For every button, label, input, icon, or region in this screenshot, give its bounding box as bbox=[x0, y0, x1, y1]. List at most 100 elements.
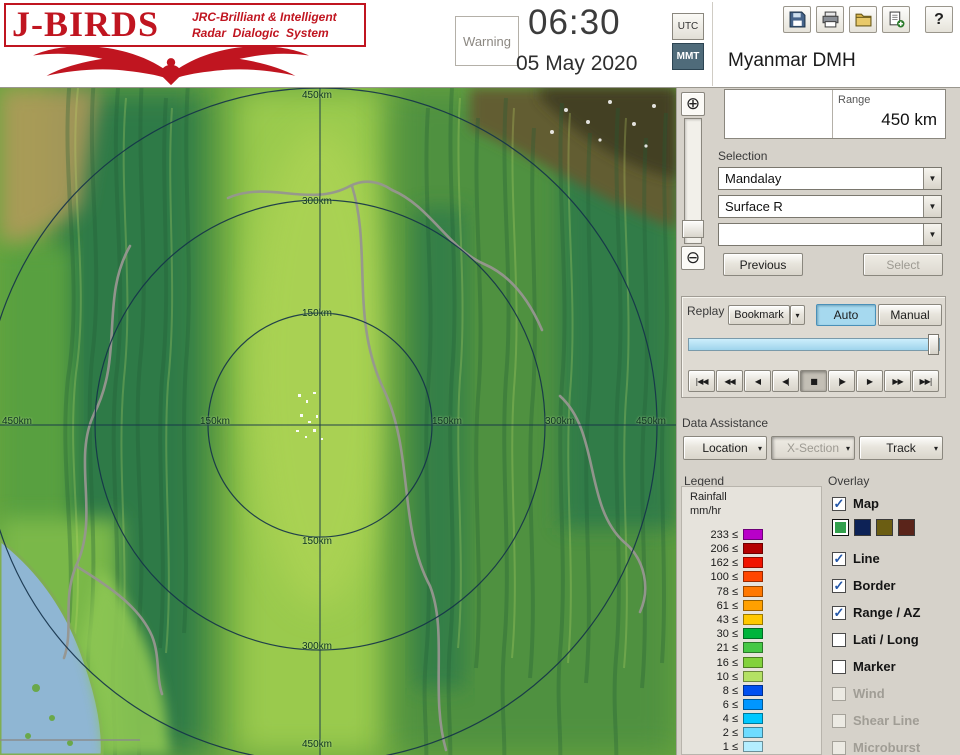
save-button[interactable] bbox=[783, 6, 811, 33]
replay-label: Replay bbox=[687, 304, 725, 318]
range-label: 150km bbox=[302, 308, 333, 319]
data-assistance-label: Data Assistance bbox=[682, 416, 769, 430]
legend-value: 30 ≤ bbox=[716, 627, 738, 640]
track-button[interactable]: Track ▾ bbox=[859, 436, 943, 460]
legend-row: 61 ≤ bbox=[691, 599, 763, 612]
legend-value: 21 ≤ bbox=[716, 641, 738, 654]
overlay-item-label: Border bbox=[853, 578, 896, 593]
checkbox[interactable] bbox=[832, 659, 846, 674]
checkbox[interactable] bbox=[832, 632, 846, 647]
radar-map-viewport[interactable]: 450km 300km 150km 150km 300km 450km 450k… bbox=[0, 88, 676, 755]
map-style-green[interactable] bbox=[832, 519, 849, 536]
warning-label: Warning bbox=[463, 33, 511, 49]
legend-row: 206 ≤ bbox=[691, 542, 763, 555]
xsection-button[interactable]: X-Section ▾ bbox=[771, 436, 855, 460]
overlay-item-lati-long[interactable]: Lati / Long bbox=[832, 632, 919, 647]
replay-timeline-track[interactable] bbox=[688, 338, 940, 351]
range-label: 150km bbox=[302, 536, 333, 547]
zoom-out-button[interactable]: ⊖ bbox=[681, 246, 705, 270]
utc-button[interactable]: UTC bbox=[672, 13, 704, 40]
help-button[interactable]: ? bbox=[925, 6, 953, 33]
overlay-item-wind[interactable]: Wind bbox=[832, 686, 885, 701]
product-dropdown[interactable]: Surface R ▼ bbox=[718, 195, 942, 218]
map-style-olive[interactable] bbox=[876, 519, 893, 536]
overlay-item-range-az[interactable]: ✓ Range / AZ bbox=[832, 605, 920, 620]
playback-controls: |◀◀ ◀◀ ◀ ◀| ■ |▶ ▶ ▶▶ ▶▶| bbox=[688, 370, 940, 392]
checkbox[interactable]: ✓ bbox=[832, 578, 846, 593]
checkbox[interactable]: ✓ bbox=[832, 551, 846, 566]
legend-swatch bbox=[743, 529, 763, 540]
previous-button[interactable]: Previous bbox=[723, 253, 803, 276]
map-style-maroon[interactable] bbox=[898, 519, 915, 536]
legend-value: 162 ≤ bbox=[710, 556, 738, 569]
tagline-line2: Radar Dialogic System bbox=[192, 26, 329, 40]
map-style-swatches bbox=[832, 519, 920, 536]
overlay-item-marker[interactable]: Marker bbox=[832, 659, 896, 674]
legend-value: 4 ≤ bbox=[722, 712, 738, 725]
mmt-button[interactable]: MMT bbox=[672, 43, 704, 70]
map-style-navy[interactable] bbox=[854, 519, 871, 536]
overlay-item-line[interactable]: ✓ Line bbox=[832, 551, 880, 566]
bookmark-dropdown-arrow[interactable]: ▾ bbox=[790, 305, 805, 325]
play-reverse-button[interactable]: ◀ bbox=[744, 370, 771, 392]
legend-value: 10 ≤ bbox=[716, 670, 738, 683]
location-button[interactable]: Location ▾ bbox=[683, 436, 767, 460]
step-forward-button[interactable]: |▶ bbox=[828, 370, 855, 392]
legend-swatch bbox=[743, 671, 763, 682]
overlay-item-label: Range / AZ bbox=[853, 605, 921, 620]
legend-unit-line2: mm/hr bbox=[690, 505, 722, 517]
fast-rewind-button[interactable]: ◀◀ bbox=[716, 370, 743, 392]
print-button[interactable] bbox=[816, 6, 844, 33]
overlay-item-label: Wind bbox=[853, 686, 885, 701]
site-dropdown[interactable]: Mandalay ▼ bbox=[718, 167, 942, 190]
zoom-slider-thumb[interactable] bbox=[682, 220, 704, 238]
warning-indicator[interactable]: Warning bbox=[455, 16, 519, 66]
overlay-item-label: Marker bbox=[853, 659, 896, 674]
legend-row: 16 ≤ bbox=[691, 656, 763, 669]
auto-mode-button[interactable]: Auto bbox=[816, 304, 876, 326]
jump-start-button[interactable]: |◀◀ bbox=[688, 370, 715, 392]
checkbox[interactable]: ✓ bbox=[832, 496, 846, 511]
manual-mode-button[interactable]: Manual bbox=[878, 304, 942, 326]
checkbox[interactable] bbox=[832, 686, 846, 701]
export-button[interactable] bbox=[882, 6, 910, 33]
legend-row: 43 ≤ bbox=[691, 613, 763, 626]
overlay-item-label: Shear Line bbox=[853, 713, 920, 728]
legend-value: 61 ≤ bbox=[716, 599, 738, 612]
track-button-label: Track bbox=[886, 441, 916, 455]
zoom-in-button[interactable]: ⊕ bbox=[681, 92, 705, 116]
overlay-item-map[interactable]: ✓ Map bbox=[832, 496, 879, 511]
bookmark-button[interactable]: Bookmark bbox=[728, 305, 790, 325]
checkbox[interactable] bbox=[832, 713, 846, 728]
chevron-down-icon[interactable]: ▼ bbox=[923, 224, 941, 245]
legend-value: 1 ≤ bbox=[722, 740, 738, 753]
clock-date: 05 May 2020 bbox=[516, 52, 638, 75]
header-divider bbox=[712, 2, 713, 86]
open-folder-button[interactable] bbox=[849, 6, 877, 33]
legend-swatch bbox=[743, 741, 763, 752]
replay-timeline-thumb[interactable] bbox=[928, 334, 939, 355]
overlay-item-label: Lati / Long bbox=[853, 632, 919, 647]
overlay-item-border[interactable]: ✓ Border bbox=[832, 578, 896, 593]
elevation-dropdown[interactable]: ▼ bbox=[718, 223, 942, 246]
fast-forward-button[interactable]: ▶▶ bbox=[884, 370, 911, 392]
legend-swatch bbox=[743, 657, 763, 668]
overlay-item-label: Line bbox=[853, 551, 880, 566]
site-dropdown-value: Mandalay bbox=[725, 171, 782, 186]
range-value: 450 km bbox=[881, 110, 937, 129]
chevron-down-icon: ▾ bbox=[933, 443, 938, 453]
legend-swatch bbox=[743, 586, 763, 597]
select-button[interactable]: Select bbox=[863, 253, 943, 276]
chevron-down-icon[interactable]: ▼ bbox=[923, 168, 941, 189]
checkbox[interactable]: ✓ bbox=[832, 605, 846, 620]
overlay-item-label: Microburst bbox=[853, 740, 921, 755]
step-back-button[interactable]: ◀| bbox=[772, 370, 799, 392]
checkbox[interactable] bbox=[832, 740, 846, 755]
stop-button[interactable]: ■ bbox=[800, 370, 827, 392]
zoom-out-icon: ⊖ bbox=[685, 248, 701, 267]
jump-end-button[interactable]: ▶▶| bbox=[912, 370, 939, 392]
overlay-item-shear-line[interactable]: Shear Line bbox=[832, 713, 919, 728]
overlay-item-microburst[interactable]: Microburst bbox=[832, 740, 920, 755]
play-button[interactable]: ▶ bbox=[856, 370, 883, 392]
chevron-down-icon[interactable]: ▼ bbox=[923, 196, 941, 217]
